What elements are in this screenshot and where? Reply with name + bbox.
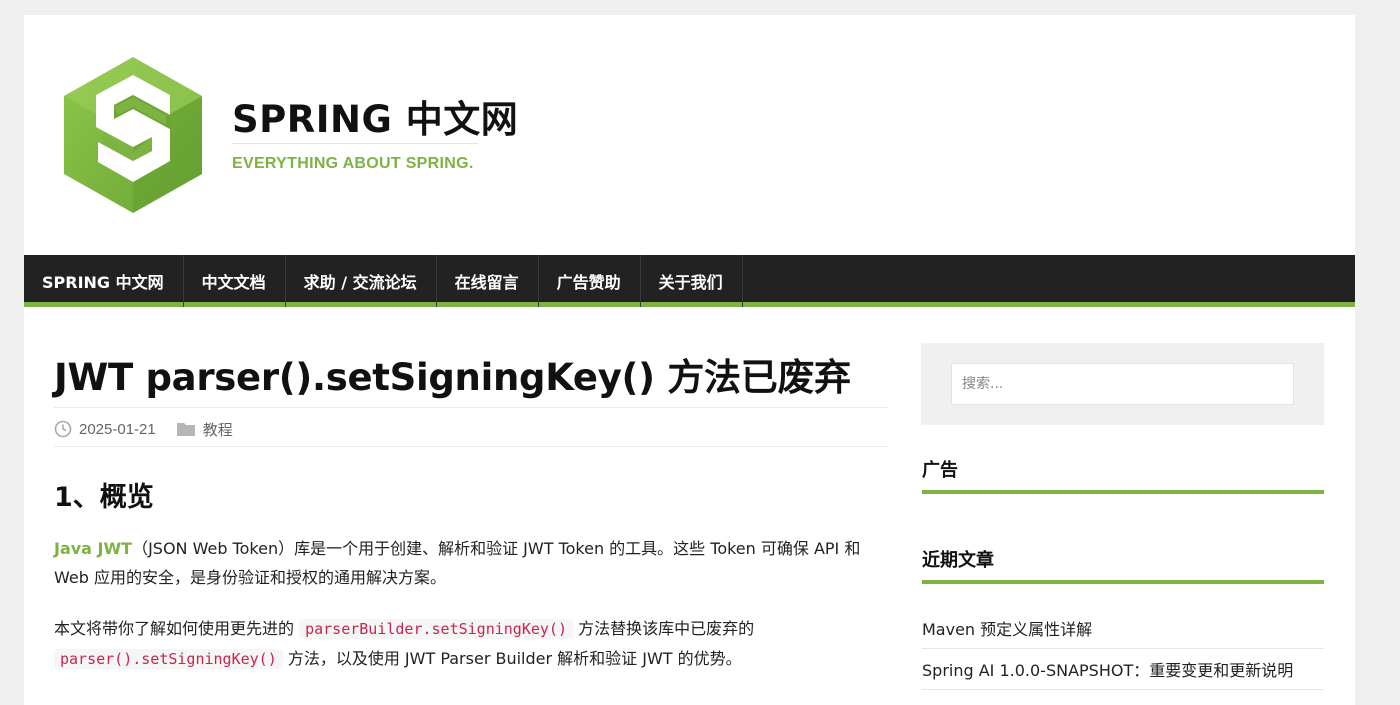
meta-divider-top (54, 407, 888, 408)
spring-logo-icon[interactable] (62, 55, 204, 215)
code-parser-deprecated: parser().setSigningKey() (54, 649, 283, 669)
nav-item-sponsor[interactable]: 广告赞助 (539, 255, 641, 307)
post-title: JWT parser().setSigningKey() 方法已废弃 (54, 356, 851, 399)
summary-paragraph: 本文将带你了解如何使用更先进的 parserBuilder.setSigning… (54, 614, 888, 674)
site-header: SPRING 中文网 EVERYTHING ABOUT SPRING. (24, 15, 1355, 255)
section-heading: 1、概览 (54, 482, 154, 513)
main-nav: SPRING 中文网 中文文档 求助 / 交流论坛 在线留言 广告赞助 关于我们 (24, 255, 1355, 307)
site-tagline: EVERYTHING ABOUT SPRING. (232, 155, 474, 172)
ads-widget-title: 广告 (922, 456, 1324, 494)
intro-paragraph: Java JWT（JSON Web Token）库是一个用于创建、解析和验证 J… (54, 534, 888, 592)
recent-post-item[interactable]: Spring AI 1.0.0-SNAPSHOT：重要变更和更新说明 (922, 649, 1324, 690)
title-divider (232, 143, 478, 144)
search-input[interactable] (951, 363, 1294, 405)
page: SPRING 中文网 EVERYTHING ABOUT SPRING. SPRI… (24, 15, 1355, 705)
intro-text: （JSON Web Token）库是一个用于创建、解析和验证 JWT Token… (54, 539, 861, 587)
code-parser-builder: parserBuilder.setSigningKey() (299, 619, 573, 639)
nav-item-docs[interactable]: 中文文档 (184, 255, 286, 307)
recent-posts-title: 近期文章 (922, 546, 1324, 584)
nav-item-about[interactable]: 关于我们 (641, 255, 743, 307)
recent-post-item[interactable]: Maven 预定义属性详解 (922, 608, 1324, 649)
nav-item-home[interactable]: SPRING 中文网 (24, 255, 184, 307)
post-date[interactable]: 2025-01-21 (79, 421, 156, 438)
clock-icon (54, 420, 72, 438)
search-widget (921, 343, 1324, 425)
java-jwt-link[interactable]: Java JWT (54, 539, 132, 558)
folder-icon (176, 421, 196, 437)
recent-posts-list: Maven 预定义属性详解 Spring AI 1.0.0-SNAPSHOT：重… (922, 608, 1324, 690)
post-meta: 2025-01-21 教程 (54, 417, 233, 441)
summary-text-2: 方法替换该库中已废弃的 (573, 619, 755, 638)
meta-divider-bottom (54, 446, 888, 447)
site-title[interactable]: SPRING 中文网 (232, 89, 518, 143)
summary-text-3: 方法，以及使用 JWT Parser Builder 解析和验证 JWT 的优势… (282, 649, 742, 668)
nav-item-forum[interactable]: 求助 / 交流论坛 (286, 255, 437, 307)
summary-text-1: 本文将带你了解如何使用更先进的 (54, 619, 300, 638)
nav-item-guestbook[interactable]: 在线留言 (437, 255, 539, 307)
post-category-link[interactable]: 教程 (203, 419, 233, 440)
